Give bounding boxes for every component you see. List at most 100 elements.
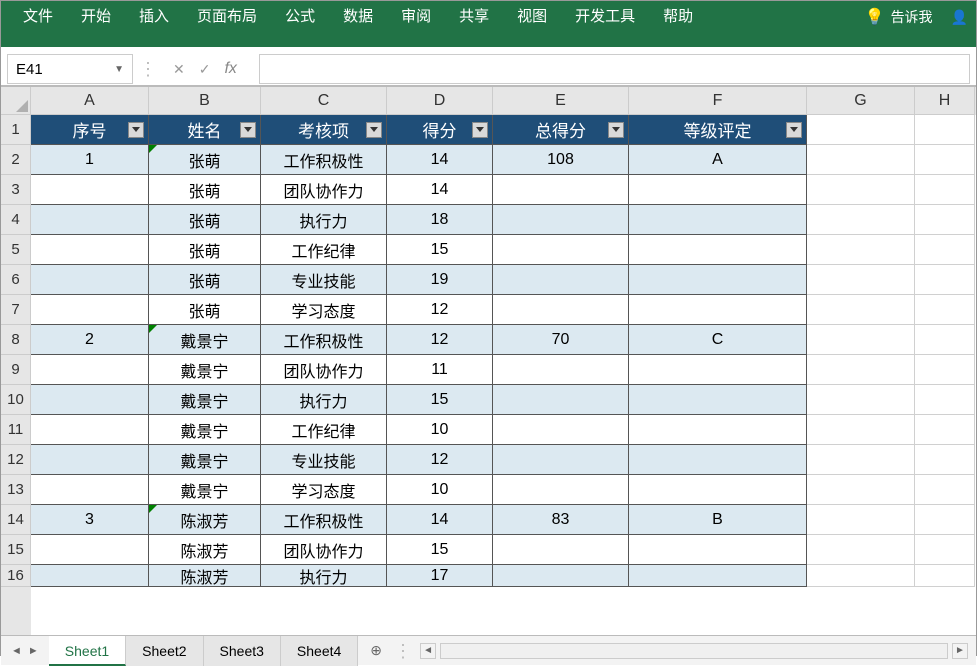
row-header[interactable]: 5	[1, 235, 31, 265]
cell[interactable]: 学习态度	[261, 295, 387, 325]
cell[interactable]	[629, 385, 807, 415]
column-header[interactable]: C	[261, 87, 387, 115]
cell[interactable]: 张萌	[149, 205, 261, 235]
column-header[interactable]: E	[493, 87, 629, 115]
cell[interactable]: 张萌	[149, 235, 261, 265]
cell[interactable]	[629, 235, 807, 265]
cell[interactable]: 14	[387, 175, 493, 205]
cell[interactable]: 10	[387, 475, 493, 505]
cell[interactable]	[31, 295, 149, 325]
cell[interactable]	[915, 535, 975, 565]
cell[interactable]	[31, 535, 149, 565]
cell[interactable]: 15	[387, 535, 493, 565]
menu-item[interactable]: 文件	[9, 1, 67, 33]
cell[interactable]: 12	[387, 325, 493, 355]
header-cell[interactable]	[807, 115, 915, 145]
cell[interactable]: 1	[31, 145, 149, 175]
cell[interactable]	[629, 355, 807, 385]
cell[interactable]: 学习态度	[261, 475, 387, 505]
accept-formula-button[interactable]: ✓	[199, 61, 211, 78]
cancel-formula-button[interactable]: ✕	[173, 61, 185, 78]
cell[interactable]: 18	[387, 205, 493, 235]
cell[interactable]	[915, 295, 975, 325]
cell[interactable]	[807, 445, 915, 475]
cell[interactable]	[493, 385, 629, 415]
cell[interactable]: 17	[387, 565, 493, 587]
cell[interactable]	[493, 235, 629, 265]
cell[interactable]	[807, 235, 915, 265]
cell[interactable]	[915, 355, 975, 385]
filter-dropdown-icon[interactable]	[786, 122, 802, 138]
fx-icon[interactable]: fx	[224, 60, 242, 78]
filter-dropdown-icon[interactable]	[240, 122, 256, 138]
cell[interactable]	[31, 565, 149, 587]
header-cell[interactable]: 姓名	[149, 115, 261, 145]
header-cell[interactable]: 考核项	[261, 115, 387, 145]
cell[interactable]	[629, 415, 807, 445]
row-header[interactable]: 1	[1, 115, 31, 145]
cell[interactable]	[31, 175, 149, 205]
tab-nav-prev[interactable]: ►	[28, 645, 39, 657]
row-header[interactable]: 15	[1, 535, 31, 565]
cell[interactable]: 团队协作力	[261, 175, 387, 205]
cell[interactable]: B	[629, 505, 807, 535]
cell[interactable]: 张萌	[149, 265, 261, 295]
row-header[interactable]: 2	[1, 145, 31, 175]
cell[interactable]	[807, 565, 915, 587]
cell[interactable]: 工作积极性	[261, 505, 387, 535]
cell[interactable]: 戴景宁	[149, 355, 261, 385]
cell[interactable]: 14	[387, 505, 493, 535]
cell[interactable]: 陈淑芳	[149, 565, 261, 587]
cell[interactable]: C	[629, 325, 807, 355]
cell[interactable]	[629, 535, 807, 565]
cell[interactable]	[629, 265, 807, 295]
cell[interactable]	[629, 445, 807, 475]
cell[interactable]	[915, 325, 975, 355]
cell[interactable]: 戴景宁	[149, 445, 261, 475]
cell[interactable]	[493, 205, 629, 235]
sheet-tab[interactable]: Sheet3	[204, 636, 281, 666]
tab-drag-handle[interactable]: ⋮	[394, 646, 412, 656]
horizontal-scrollbar[interactable]	[440, 643, 948, 659]
cell[interactable]: A	[629, 145, 807, 175]
row-header[interactable]: 9	[1, 355, 31, 385]
cell[interactable]	[31, 475, 149, 505]
tell-me[interactable]: 💡 告诉我	[855, 7, 943, 27]
header-cell[interactable]: 等级评定	[629, 115, 807, 145]
cell[interactable]	[807, 145, 915, 175]
cell[interactable]	[915, 145, 975, 175]
cell[interactable]: 10	[387, 415, 493, 445]
cell[interactable]: 工作纪律	[261, 235, 387, 265]
cell[interactable]	[493, 445, 629, 475]
row-header[interactable]: 11	[1, 415, 31, 445]
menu-item[interactable]: 数据	[329, 1, 387, 33]
cell[interactable]	[31, 415, 149, 445]
cell[interactable]	[807, 205, 915, 235]
sheet-tab[interactable]: Sheet1	[49, 636, 126, 666]
cell[interactable]	[915, 265, 975, 295]
cell[interactable]: 14	[387, 145, 493, 175]
cell[interactable]: 108	[493, 145, 629, 175]
cell[interactable]	[493, 265, 629, 295]
menu-item[interactable]: 开始	[67, 1, 125, 33]
row-header[interactable]: 14	[1, 505, 31, 535]
cell[interactable]	[493, 295, 629, 325]
cell[interactable]: 执行力	[261, 565, 387, 587]
header-cell[interactable]: 总得分	[493, 115, 629, 145]
menu-item[interactable]: 页面布局	[183, 1, 271, 33]
cell[interactable]: 15	[387, 235, 493, 265]
cell[interactable]	[493, 535, 629, 565]
cell[interactable]: 团队协作力	[261, 355, 387, 385]
row-header[interactable]: 6	[1, 265, 31, 295]
sheet-tab[interactable]: Sheet4	[281, 636, 358, 666]
cell[interactable]: 专业技能	[261, 265, 387, 295]
cell[interactable]	[915, 475, 975, 505]
cell[interactable]	[807, 265, 915, 295]
cell[interactable]	[807, 415, 915, 445]
filter-dropdown-icon[interactable]	[472, 122, 488, 138]
tab-nav-first[interactable]: ◄	[11, 645, 22, 657]
sheet-tab[interactable]: Sheet2	[126, 636, 203, 666]
cell[interactable]: 11	[387, 355, 493, 385]
cell[interactable]: 12	[387, 445, 493, 475]
cell[interactable]: 执行力	[261, 385, 387, 415]
